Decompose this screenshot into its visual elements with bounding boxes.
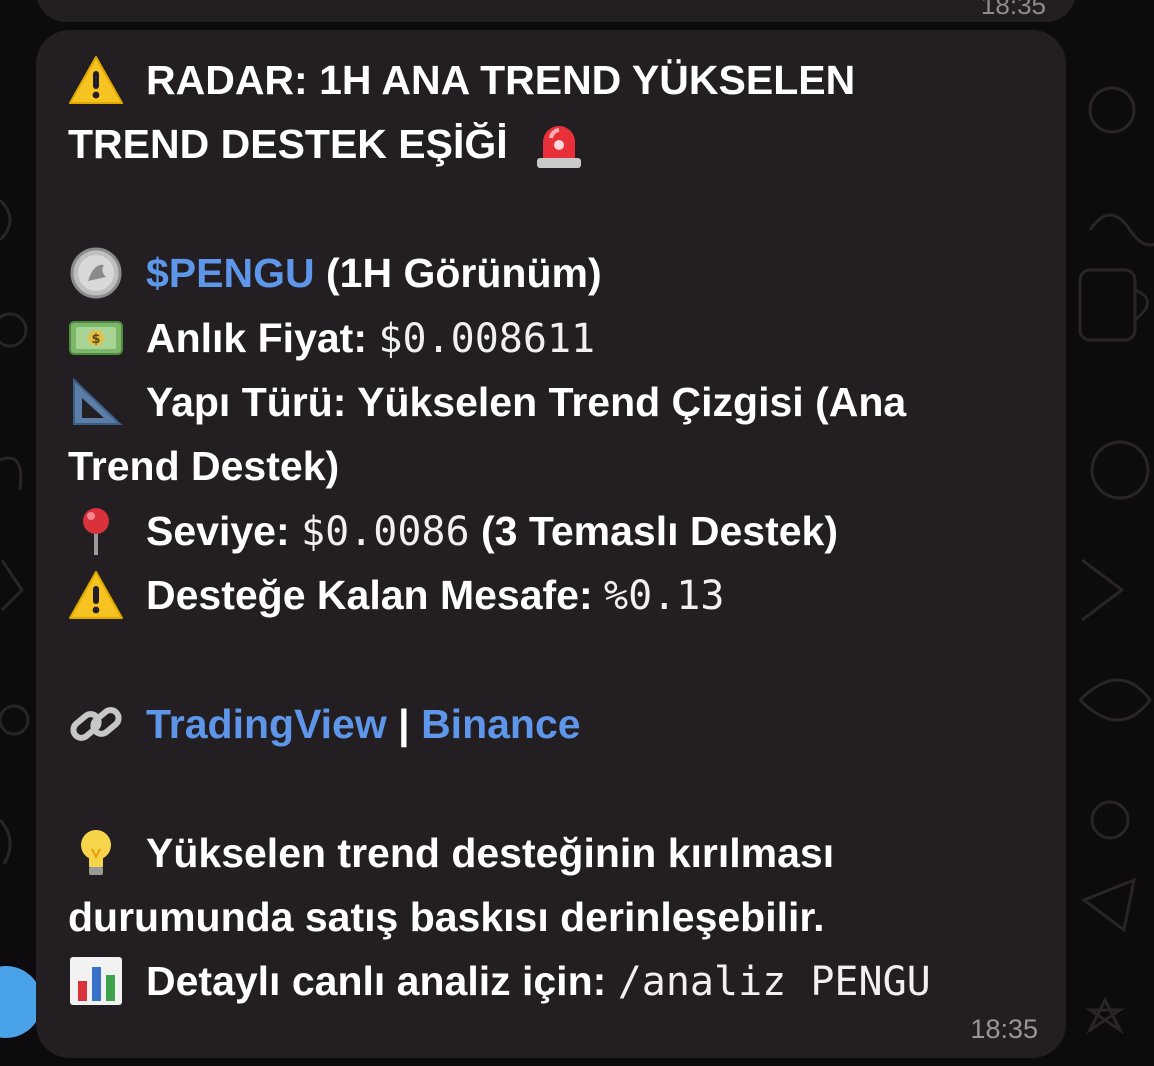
title-line-2: TREND DESTEK EŞİĞİ	[68, 112, 1036, 176]
level-value: $0.0086	[301, 508, 470, 555]
pushpin-icon	[68, 505, 124, 555]
structure-label: Yapı Türü: Yükselen Trend Çizgisi (Ana	[146, 378, 907, 425]
level-line: Seviye: $0.0086 (3 Temaslı Destek)	[68, 499, 1036, 563]
distance-label: Desteğe Kalan Mesafe:	[146, 572, 593, 619]
link-icon	[68, 698, 124, 746]
warning-icon	[68, 569, 124, 620]
tip-line-2: durumunda satış baskısı derinleşebilir.	[68, 885, 1036, 949]
message-title: RADAR: 1H ANA TREND YÜKSELEN	[146, 57, 856, 103]
previous-message-time: 18:35	[980, 0, 1046, 20]
link-separator: |	[398, 700, 410, 747]
structure-line-cont: Trend Destek)	[68, 434, 1036, 498]
siren-icon	[531, 118, 587, 169]
triangular-ruler-icon	[68, 376, 124, 425]
message-title-cont: TREND DESTEK EŞİĞİ	[68, 121, 508, 168]
message-time: 18:35	[970, 1014, 1038, 1044]
price-value: $0.008611	[378, 315, 596, 362]
detail-line: Detaylı canlı analiz için: /analiz PENGU	[68, 949, 1036, 1013]
detail-command[interactable]: /analiz PENGU	[618, 959, 931, 1005]
ticker-view: (1H Görünüm)	[326, 250, 602, 297]
links-line: TradingView | Binance	[68, 692, 1036, 756]
bar-chart-icon	[68, 955, 124, 1006]
distance-line: Desteğe Kalan Mesafe: %0.13	[68, 563, 1036, 627]
ticker-link[interactable]: $PENGU	[146, 250, 315, 296]
structure-cont: Trend Destek)	[68, 443, 340, 490]
detail-label: Detaylı canlı analiz için:	[146, 958, 607, 1005]
binance-link[interactable]: Binance	[421, 701, 581, 747]
lightbulb-icon	[68, 827, 124, 875]
tradingview-link[interactable]: TradingView	[146, 701, 387, 747]
structure-line: Yapı Türü: Yükselen Trend Çizgisi (Ana	[68, 370, 1036, 434]
svg-text:$: $	[91, 332, 100, 347]
message-bubble: RADAR: 1H ANA TREND YÜKSELEN TREND DESTE…	[36, 30, 1066, 1058]
distance-value: %0.13	[604, 573, 725, 620]
level-note: (3 Temaslı Destek)	[481, 507, 839, 554]
warning-icon	[68, 54, 124, 104]
level-label: Seviye:	[146, 507, 290, 554]
money-icon: $	[68, 312, 124, 360]
title-line-1: RADAR: 1H ANA TREND YÜKSELEN	[68, 48, 1036, 112]
tip-line-1: Yükselen trend desteğinin kırılması	[68, 821, 1036, 885]
tip-text: Yükselen trend desteğinin kırılması	[146, 829, 835, 876]
ticker-line: $PENGU (1H Görünüm)	[68, 241, 1036, 305]
price-line: $ Anlık Fiyat: $0.008611	[68, 306, 1036, 370]
price-label: Anlık Fiyat:	[146, 314, 367, 361]
tip-text-cont: durumunda satış baskısı derinleşebilir.	[68, 894, 825, 941]
coin-icon	[68, 247, 124, 299]
previous-message-bubble: 18:35	[36, 0, 1076, 22]
